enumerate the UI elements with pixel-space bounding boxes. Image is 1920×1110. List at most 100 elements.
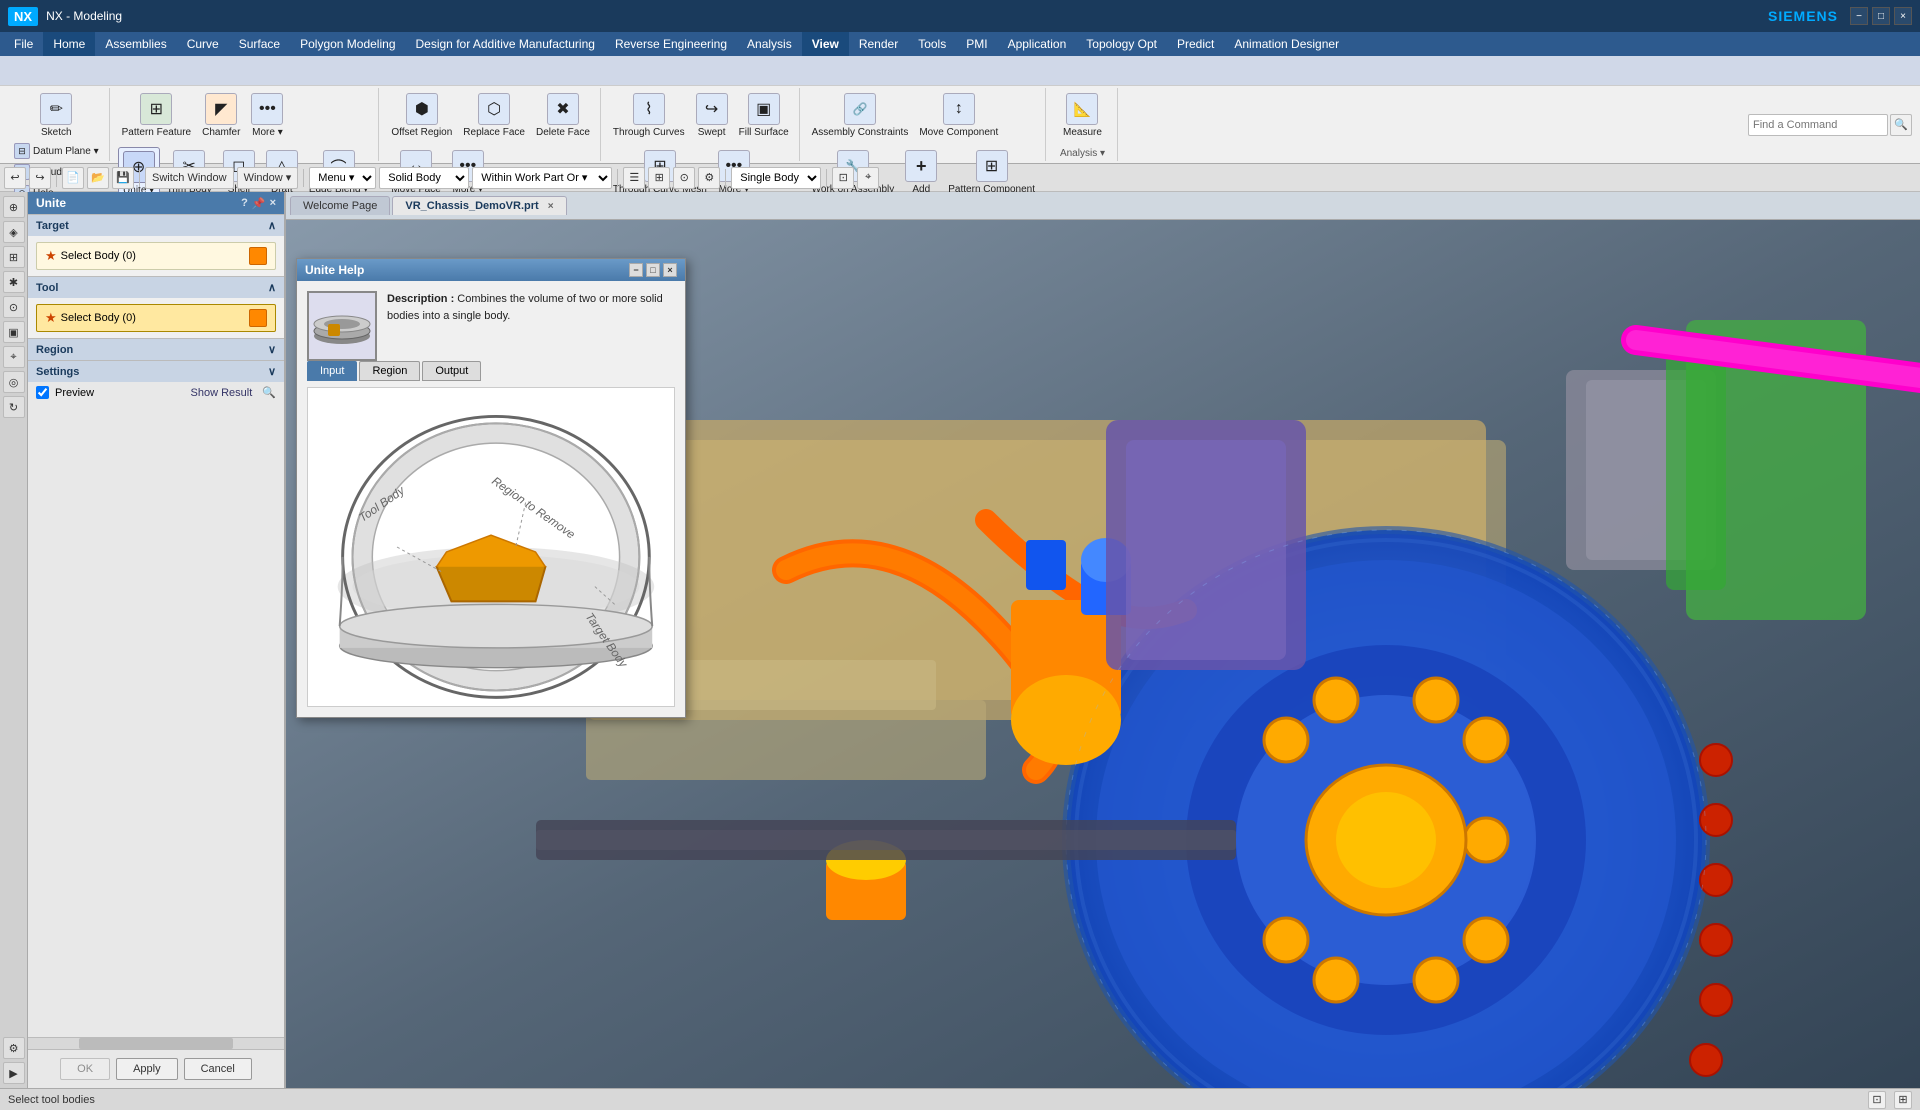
sketch-button[interactable]: ✏ Sketch [36, 90, 76, 141]
cancel-button[interactable]: Cancel [184, 1058, 252, 1080]
fill-surface-icon: ▣ [748, 93, 780, 125]
more-feature-button[interactable]: ••• More ▾ [247, 90, 287, 141]
tool-section-header[interactable]: Tool ∧ [28, 276, 284, 298]
save-button[interactable]: 💾 [112, 167, 134, 189]
show-result-button[interactable]: Show Result [191, 387, 253, 399]
menu-animation[interactable]: Animation Designer [1224, 32, 1349, 56]
menu-analysis[interactable]: Analysis [737, 32, 802, 56]
minimize-button[interactable]: − [1850, 7, 1868, 25]
swept-button[interactable]: ↪ Swept [692, 90, 732, 141]
preview-checkbox[interactable] [36, 386, 49, 399]
fill-surface-button[interactable]: ▣ Fill Surface [735, 90, 793, 141]
pattern-component-button[interactable]: ⊞ Pattern Component [944, 147, 1039, 198]
chassis-tab[interactable]: VR_Chassis_DemoVR.prt × [392, 196, 566, 215]
select-all-button[interactable]: ☰ [623, 167, 645, 189]
menu-view[interactable]: View [802, 32, 849, 56]
menu-reverse[interactable]: Reverse Engineering [605, 32, 737, 56]
close-button[interactable]: × [1894, 7, 1912, 25]
add-icon: + [905, 150, 937, 182]
move-component-button[interactable]: ↕ Move Component [915, 90, 1002, 141]
view-options-button[interactable]: ⊡ [832, 167, 854, 189]
sidebar-icon-8[interactable]: ◎ [3, 371, 25, 393]
menu-home[interactable]: Home [43, 32, 95, 56]
sidebar-icon-5[interactable]: ⊙ [3, 296, 25, 318]
menu-application[interactable]: Application [998, 32, 1077, 56]
single-body-select[interactable]: Single Body [731, 167, 821, 189]
menu-curve[interactable]: Curve [177, 32, 229, 56]
menu-predict[interactable]: Predict [1167, 32, 1224, 56]
help-restore-button[interactable]: □ [646, 263, 660, 277]
sidebar-icon-2[interactable]: ◈ [3, 221, 25, 243]
measure-button[interactable]: 📐 Measure [1059, 90, 1106, 141]
menu-select[interactable]: Menu ▾ [309, 167, 376, 189]
3d-viewport[interactable]: Unite Help − □ × [286, 220, 1920, 1088]
target-section-header[interactable]: Target ∧ [28, 214, 284, 236]
tool-select-body-button[interactable]: ★ Select Body (0) [36, 304, 276, 332]
sidebar-icon-settings[interactable]: ⚙ [3, 1037, 25, 1059]
menu-surface[interactable]: Surface [229, 32, 290, 56]
menu-file[interactable]: File [4, 32, 43, 56]
target-body-icon [249, 247, 267, 265]
statusbar-btn-2[interactable]: ⊞ [1894, 1091, 1912, 1109]
menu-bar: File Home Assemblies Curve Surface Polyg… [0, 32, 1920, 56]
statusbar-btn-1[interactable]: ⊡ [1868, 1091, 1886, 1109]
undo-button[interactable]: ↩ [4, 167, 26, 189]
pattern-feature-button[interactable]: ⊞ Pattern Feature [118, 90, 195, 141]
search-button[interactable]: 🔍 [1890, 114, 1912, 136]
menu-topology[interactable]: Topology Opt [1076, 32, 1167, 56]
help-tab-input[interactable]: Input [307, 361, 357, 381]
delete-face-button[interactable]: ✖ Delete Face [532, 90, 594, 141]
datum-plane-button[interactable]: ⊟ Datum Plane ▾ [10, 141, 103, 161]
settings-button[interactable]: ⚙ [698, 167, 720, 189]
new-button[interactable]: 📄 [62, 167, 84, 189]
title-right: SIEMENS − □ × [1768, 7, 1912, 25]
window-button[interactable]: Window ▾ [237, 167, 299, 189]
replace-face-button[interactable]: ⬡ Replace Face [459, 90, 529, 141]
sidebar-icon-rotate[interactable]: ↻ [3, 396, 25, 418]
chassis-tab-close[interactable]: × [548, 201, 554, 212]
help-close-button[interactable]: × [663, 263, 677, 277]
chamfer-button[interactable]: ◤ Chamfer [198, 90, 244, 141]
sidebar-icon-1[interactable]: ⊕ [3, 196, 25, 218]
menu-render[interactable]: Render [849, 32, 908, 56]
add-button[interactable]: + Add [901, 147, 941, 198]
unite-pin-icon[interactable]: 📌 [252, 197, 266, 210]
sidebar-icon-7[interactable]: ⌖ [3, 346, 25, 368]
work-part-select[interactable]: Within Work Part Or ▾ [472, 167, 612, 189]
welcome-tab[interactable]: Welcome Page [290, 196, 390, 215]
sidebar-icon-4[interactable]: ✱ [3, 271, 25, 293]
target-select-body-button[interactable]: ★ Select Body (0) [36, 242, 276, 270]
siemens-logo: SIEMENS [1768, 8, 1838, 24]
sidebar-icon-3[interactable]: ⊞ [3, 246, 25, 268]
region-section-header[interactable]: Region ∨ [28, 338, 284, 360]
unite-close-icon[interactable]: × [270, 197, 276, 210]
settings-section-header[interactable]: Settings ∨ [28, 360, 284, 382]
help-minimize-button[interactable]: − [629, 263, 643, 277]
help-tab-region[interactable]: Region [359, 361, 420, 381]
assembly-constraints-button[interactable]: 🔗 Assembly Constraints [808, 90, 913, 141]
menu-tools[interactable]: Tools [908, 32, 956, 56]
ok-button[interactable]: OK [60, 1058, 110, 1080]
menu-assemblies[interactable]: Assemblies [95, 32, 176, 56]
orient-button[interactable]: ⌖ [857, 167, 879, 189]
sidebar-icon-play[interactable]: ▶ [3, 1062, 25, 1084]
apply-button[interactable]: Apply [116, 1058, 178, 1080]
body-type-select[interactable]: Solid Body [379, 167, 469, 189]
tool-section-content: ★ Select Body (0) [28, 298, 284, 338]
redo-button[interactable]: ↪ [29, 167, 51, 189]
filter-button[interactable]: ⊞ [648, 167, 670, 189]
offset-region-button[interactable]: ⬢ Offset Region [387, 90, 456, 141]
sidebar-icon-6[interactable]: ▣ [3, 321, 25, 343]
unite-help-icon[interactable]: ? [241, 197, 248, 210]
menu-additive[interactable]: Design for Additive Manufacturing [406, 32, 605, 56]
snap-button[interactable]: ⊙ [673, 167, 695, 189]
left-scroll-area[interactable] [28, 1037, 284, 1049]
menu-polygon-modeling[interactable]: Polygon Modeling [290, 32, 405, 56]
help-tab-output[interactable]: Output [422, 361, 481, 381]
switch-window-button[interactable]: Switch Window [145, 167, 234, 189]
open-button[interactable]: 📂 [87, 167, 109, 189]
maximize-button[interactable]: □ [1872, 7, 1890, 25]
command-search-input[interactable] [1748, 114, 1888, 136]
through-curves-button[interactable]: ⌇ Through Curves [609, 90, 689, 141]
menu-pmi[interactable]: PMI [956, 32, 997, 56]
